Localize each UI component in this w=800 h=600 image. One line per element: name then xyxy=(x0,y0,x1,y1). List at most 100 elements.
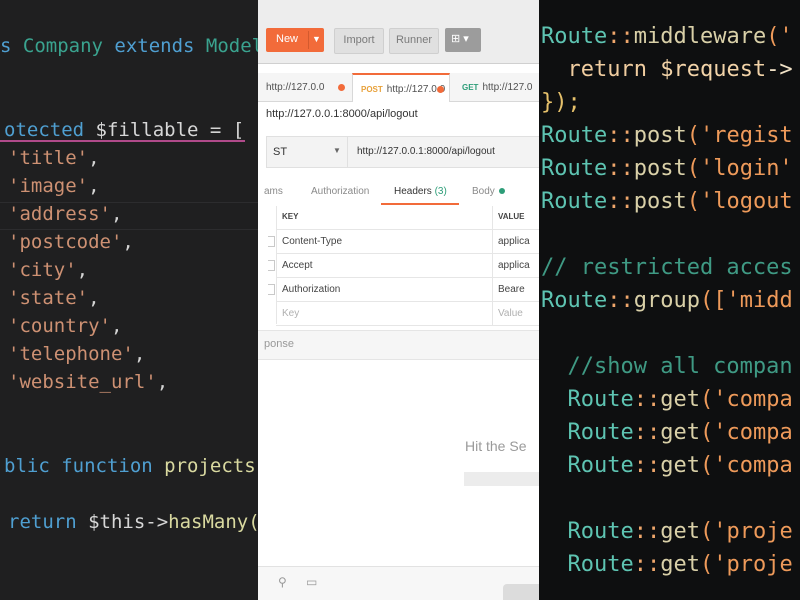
active-tab-underline xyxy=(381,203,459,205)
code-token: function xyxy=(61,455,153,477)
code-token: , xyxy=(88,147,100,169)
code-token: group xyxy=(633,288,700,313)
runner-button[interactable]: Runner xyxy=(389,28,439,54)
tab-headers[interactable]: Headers (3) xyxy=(394,186,447,197)
code-line: Route::get('proje xyxy=(541,515,793,548)
code-token: ('login' xyxy=(686,156,793,181)
table-row[interactable]: Accept applica xyxy=(268,254,539,278)
url-bar: ST ▼ http://127.0.0.1:8000/api/logout xyxy=(266,136,539,168)
request-tabs: http://127.0.0 POST http://127.0.0 GET htt… xyxy=(258,73,539,102)
code-token: get xyxy=(660,420,700,445)
code-token: , xyxy=(88,175,100,197)
code-line: 'city', xyxy=(8,256,88,284)
code-token: blic xyxy=(4,455,62,477)
code-token: :: xyxy=(607,288,634,313)
code-token: return xyxy=(8,511,89,533)
value-placeholder[interactable]: Value xyxy=(498,308,523,319)
code-line: return $request-> xyxy=(541,53,792,86)
code-token: 'title' xyxy=(8,147,89,169)
code-token: , xyxy=(110,203,123,225)
col-divider xyxy=(492,302,493,325)
new-button-split xyxy=(308,31,309,49)
code-token: Route xyxy=(541,189,608,214)
header-value[interactable]: applica xyxy=(498,260,530,271)
code-line: Route::post('logout xyxy=(541,185,793,218)
code-line: 'telephone', xyxy=(8,340,145,368)
unsaved-dot-icon xyxy=(338,84,345,91)
code-token: post xyxy=(633,123,687,148)
new-button[interactable]: New ▼ xyxy=(266,28,324,52)
code-token: (['midd xyxy=(699,288,793,313)
code-token: , xyxy=(156,371,169,393)
code-token: ('proje xyxy=(699,519,793,544)
search-icon[interactable]: ⚲ xyxy=(278,575,287,589)
console-icon[interactable]: ▭ xyxy=(306,575,317,589)
code-token: :: xyxy=(633,387,661,412)
col-divider xyxy=(492,206,493,229)
code-line: 'postcode', xyxy=(8,228,134,256)
header-key[interactable]: Authorization xyxy=(282,284,340,295)
code-token: Company xyxy=(22,35,103,57)
code-token: $fillable xyxy=(95,119,199,141)
header-key[interactable]: Accept xyxy=(282,260,313,271)
bottom-corner-button[interactable] xyxy=(503,584,539,600)
row-checkbox[interactable] xyxy=(268,284,275,295)
code-token: ('compa xyxy=(699,387,793,412)
new-window-icon: ⊞ ▾ xyxy=(451,33,469,45)
response-section-header: ponse xyxy=(258,330,539,360)
code-line: s Company extends Model xyxy=(0,32,258,60)
row-checkbox[interactable] xyxy=(268,260,275,271)
tab-body-label: Body xyxy=(472,186,495,197)
new-window-button[interactable]: ⊞ ▾ xyxy=(445,28,481,52)
code-token: Route xyxy=(541,519,634,544)
table-row[interactable]: Authorization Beare xyxy=(268,278,539,302)
code-token: 'address' xyxy=(8,203,111,225)
request-tab-active[interactable]: POST http://127.0.0 xyxy=(352,73,450,102)
caret-down-icon[interactable]: ▼ xyxy=(312,34,321,44)
code-token: :: xyxy=(607,123,634,148)
request-tab[interactable]: GET http://127.0 xyxy=(454,73,539,101)
code-line: blic function projects( xyxy=(4,452,258,480)
api-client-panel: New ▼ Import Runner ⊞ ▾ http://127.0.0 P… xyxy=(258,0,539,600)
code-token: projects( xyxy=(152,455,258,477)
tab-authorization[interactable]: Authorization xyxy=(311,186,369,197)
code-token: ('compa xyxy=(699,420,793,445)
bottom-status-bar: ⚲ ▭ xyxy=(258,566,539,600)
code-token: Route xyxy=(541,387,634,412)
hit-send-message: Hit the Se xyxy=(465,438,527,454)
left-code-editor: s Company extends Model otected $fillable… xyxy=(0,0,258,600)
col-value-header: VALUE xyxy=(498,212,525,221)
key-placeholder[interactable]: Key xyxy=(282,308,299,319)
code-token: post xyxy=(633,189,687,214)
url-input[interactable]: http://127.0.0.1:8000/api/logout xyxy=(357,146,495,157)
row-checkbox[interactable] xyxy=(268,236,275,247)
unsaved-dot-icon xyxy=(437,86,444,93)
code-token: 'image' xyxy=(8,175,89,197)
code-token: :: xyxy=(633,420,661,445)
request-tab[interactable]: http://127.0.0 xyxy=(258,73,350,101)
code-token: 'telephone' xyxy=(8,343,134,365)
code-token: 'state' xyxy=(8,287,89,309)
tab-body[interactable]: Body xyxy=(472,186,505,197)
code-line: 'title', xyxy=(8,144,100,172)
table-row[interactable]: Content-Type applica xyxy=(268,230,539,254)
header-key[interactable]: Content-Type xyxy=(282,236,342,247)
code-token: , xyxy=(122,231,134,253)
header-value[interactable]: applica xyxy=(498,236,530,247)
method-select[interactable]: ST ▼ xyxy=(267,137,348,167)
import-button-label: Import xyxy=(343,34,375,46)
code-token: 'city' xyxy=(8,259,77,281)
code-token: ('compa xyxy=(699,453,793,478)
code-token: Route xyxy=(541,420,634,445)
routes-code-editor: Route::middleware(' return $request->});… xyxy=(539,0,800,600)
tab-method: GET xyxy=(462,83,479,92)
header-value[interactable]: Beare xyxy=(498,284,525,295)
code-token: :: xyxy=(633,519,661,544)
code-token: ('logout xyxy=(686,189,793,214)
code-token: $request xyxy=(660,57,767,82)
tab-params[interactable]: ams xyxy=(264,186,283,197)
table-row-new[interactable]: Key Value xyxy=(276,302,539,326)
code-token: ('proje xyxy=(699,552,793,577)
import-button[interactable]: Import xyxy=(334,28,384,54)
code-token: Route xyxy=(541,453,634,478)
